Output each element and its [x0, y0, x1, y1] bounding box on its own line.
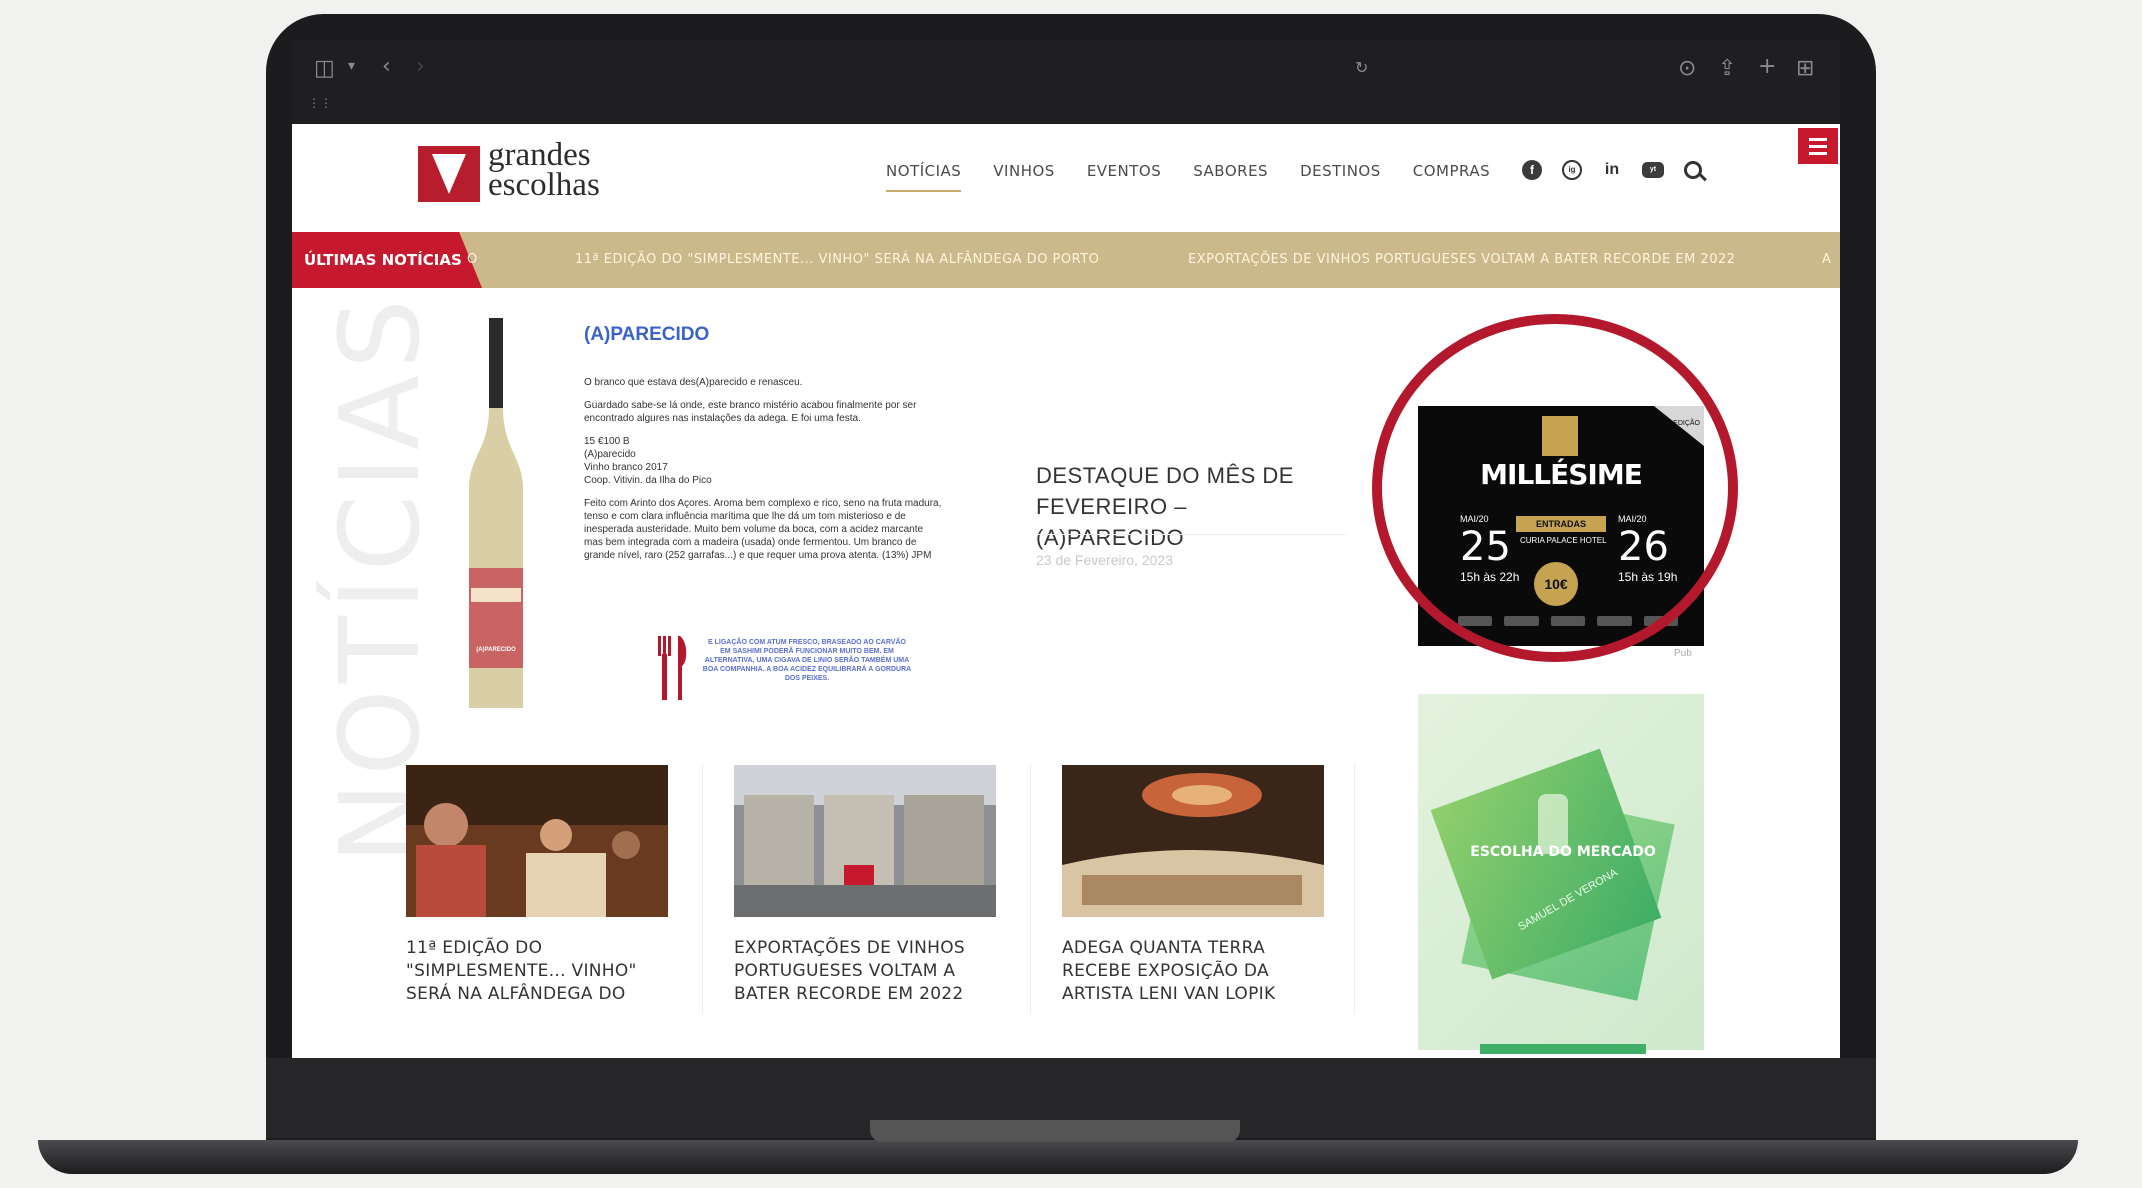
news-card-title[interactable]: ADEGA QUANTA TERRA RECEBE EXPOSIÇÃO DA A… [1062, 937, 1324, 1006]
news-card-image[interactable] [1062, 765, 1324, 917]
news-card[interactable]: 11ª EDIÇÃO DO "SIMPLESMENTE... VINHO" SE… [406, 765, 668, 1006]
download-icon[interactable]: ⊙ [1678, 56, 1696, 81]
grid-dots-icon[interactable]: ⋮⋮ [308, 96, 332, 110]
laptop-screen: ◫ ▾ ‹ › ↻ ⊙ ⇪ + ⊞ ⋮⋮ grandes escolhas NO… [292, 40, 1840, 1058]
nav-sabores[interactable]: SABORES [1193, 162, 1268, 192]
chevron-down-icon[interactable]: ▾ [348, 58, 355, 74]
linkedin-icon[interactable]: in [1602, 160, 1622, 180]
laptop-notch [870, 1120, 1240, 1142]
feature-paragraph: Feito com Arinto dos Açores. Aroma bem c… [584, 498, 942, 561]
feature-heading[interactable]: (A)PARECIDO [584, 324, 944, 346]
card-divider [1354, 764, 1355, 1014]
feature-article: (A)PARECIDO O branco que estava des(A)pa… [584, 324, 944, 572]
pairing-note: E LIGAÇÃO COM ATUM FRESCO, BRASEADO AO C… [702, 639, 912, 682]
ticker-fragment[interactable]: O [467, 232, 478, 288]
mercado-title: ESCOLHA DO MERCADO [1470, 844, 1656, 860]
bottle-label: (A)PARECIDO [476, 647, 516, 653]
logo-line-2: escolhas [488, 167, 600, 203]
youtube-icon[interactable]: yt [1642, 162, 1664, 178]
ticker-item[interactable]: EXPORTAÇÕES DE VINHOS PORTUGUESES VOLTAM… [1188, 232, 1736, 288]
news-card[interactable]: ADEGA QUANTA TERRA RECEBE EXPOSIÇÃO DA A… [1062, 765, 1324, 1006]
news-card[interactable]: EXPORTAÇÕES DE VINHOS PORTUGUESES VOLTAM… [734, 765, 996, 1006]
feature-paragraph: O branco que estava des(A)parecido e ren… [584, 377, 803, 388]
share-icon[interactable]: ⇪ [1718, 56, 1736, 81]
social-links: f ig in yt [1522, 160, 1702, 180]
browser-toolbar: ◫ ▾ ‹ › ↻ ⊙ ⇪ + ⊞ ⋮⋮ [292, 40, 1840, 124]
feature-paragraph: 15 €100 B (A)parecido Vinho branco 2017 … [584, 436, 712, 486]
address-bar[interactable] [752, 54, 1372, 96]
destaque-title[interactable]: DESTAQUE DO MÊS DE FEVEREIRO – (A)PARECI… [1036, 460, 1336, 553]
news-card-title[interactable]: EXPORTAÇÕES DE VINHOS PORTUGUESES VOLTAM… [734, 937, 996, 1006]
mercado-bar [1480, 1044, 1646, 1054]
mercado-ad[interactable]: ESCOLHA DO MERCADO SAMUEL DE VERONA [1418, 694, 1704, 1054]
card-divider [1030, 764, 1031, 1014]
back-icon[interactable]: ‹ [382, 54, 391, 79]
sidebar-icon[interactable]: ◫ [314, 56, 335, 81]
destaque-date: 23 de Fevereiro, 2023 [1036, 552, 1173, 568]
logo-v-icon[interactable] [418, 146, 480, 202]
news-card-title[interactable]: 11ª EDIÇÃO DO "SIMPLESMENTE... VINHO" SE… [406, 937, 668, 1006]
feature-paragraph: Guardado sabe-se lá onde, este branco mi… [584, 400, 917, 424]
site-logo[interactable]: grandes escolhas [488, 137, 600, 203]
forward-icon[interactable]: › [416, 54, 425, 79]
instagram-icon[interactable]: ig [1562, 160, 1582, 180]
nav-noticias[interactable]: NOTÍCIAS [886, 162, 962, 192]
highlight-circle [1372, 314, 1738, 662]
facebook-icon[interactable]: f [1522, 160, 1542, 180]
main-nav: NOTÍCIAS VINHOS EVENTOS SABORES DESTINOS… [886, 162, 1490, 192]
news-card-image[interactable] [406, 765, 668, 917]
pub-label: Pub [1674, 648, 1692, 659]
ticker-fragment[interactable]: A [1822, 232, 1831, 288]
nav-vinhos[interactable]: VINHOS [993, 162, 1055, 192]
nav-compras[interactable]: COMPRAS [1413, 162, 1490, 192]
tab-overview-icon[interactable]: ⊞ [1796, 56, 1814, 81]
card-divider [702, 764, 703, 1014]
ticker-label: ÚLTIMAS NOTÍCIAS [292, 232, 482, 288]
search-icon[interactable] [1684, 161, 1702, 179]
laptop-base [38, 1140, 2078, 1174]
feature-body: O branco que estava des(A)parecido e ren… [584, 376, 944, 562]
logo-line-1: grandes [488, 137, 591, 173]
web-page: grandes escolhas NOTÍCIAS VINHOS EVENTOS… [292, 124, 1840, 1058]
nav-destinos[interactable]: DESTINOS [1300, 162, 1381, 192]
nav-eventos[interactable]: EVENTOS [1087, 162, 1161, 192]
news-card-image[interactable] [734, 765, 996, 917]
news-ticker: ÚLTIMAS NOTÍCIAS O 11ª EDIÇÃO DO "SIMPLE… [292, 232, 1840, 288]
new-tab-icon[interactable]: + [1758, 54, 1776, 79]
ticker-item[interactable]: 11ª EDIÇÃO DO "SIMPLESMENTE... VINHO" SE… [575, 232, 1099, 288]
destaque-divider [1036, 534, 1346, 535]
menu-button[interactable] [1798, 128, 1838, 164]
fork-knife-icon [658, 636, 687, 700]
reload-icon[interactable]: ↻ [1355, 58, 1368, 77]
site-header: grandes escolhas NOTÍCIAS VINHOS EVENTOS… [292, 124, 1840, 232]
